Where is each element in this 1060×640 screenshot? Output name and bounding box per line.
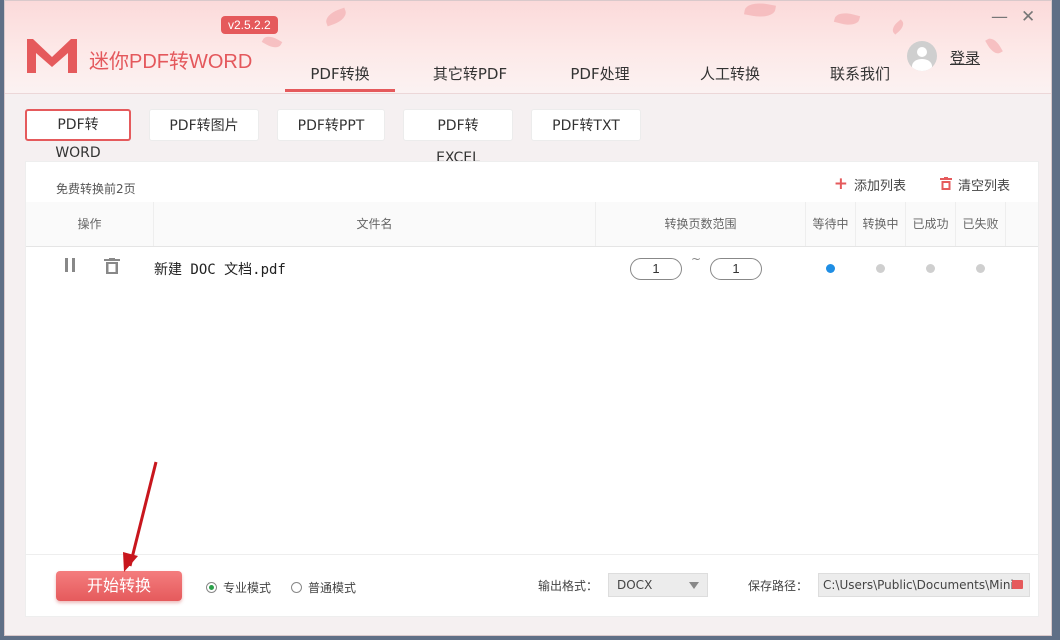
subtab-pdf-to-image[interactable]: PDF转图片: [149, 109, 259, 141]
output-format-value: DOCX: [617, 578, 652, 592]
plus-icon: +: [834, 174, 848, 194]
table-row: 新建 DOC 文档.pdf 1 ~ 1: [26, 248, 1038, 288]
col-ops: 操作: [26, 202, 154, 246]
add-list-button[interactable]: + 添加列表: [834, 174, 906, 194]
pause-icon[interactable]: [64, 258, 76, 276]
col-converting: 转换中: [856, 202, 906, 246]
status-converting-dot: [876, 264, 885, 273]
login-link[interactable]: 登录: [950, 47, 980, 68]
start-convert-button[interactable]: 开始转换: [56, 571, 182, 601]
col-failed: 已失败: [956, 202, 1006, 246]
save-path-field[interactable]: C:\Users\Public\Documents\Mini: [818, 573, 1030, 597]
save-path-value: C:\Users\Public\Documents\Mini: [823, 578, 1014, 592]
status-waiting-dot: [826, 264, 835, 273]
nav-other-to-pdf[interactable]: 其它转PDF: [405, 61, 535, 93]
col-waiting: 等待中: [806, 202, 856, 246]
col-success: 已成功: [906, 202, 956, 246]
subtab-pdf-to-ppt[interactable]: PDF转PPT: [277, 109, 385, 141]
main-nav: PDF转换 其它转PDF PDF处理 人工转换 联系我们: [275, 61, 925, 93]
file-name: 新建 DOC 文档.pdf: [154, 259, 286, 279]
nav-pdf-convert[interactable]: PDF转换: [275, 61, 405, 93]
col-filename: 文件名: [154, 202, 596, 246]
mode-normal-radio[interactable]: 普通模式: [291, 579, 356, 596]
output-format-select[interactable]: DOCX: [608, 573, 708, 597]
avatar-icon[interactable]: [907, 41, 937, 71]
status-failed-dot: [976, 264, 985, 273]
app-window: 迷你PDF转WORD v2.5.2.2 PDF转换 其它转PDF PDF处理 人…: [4, 0, 1052, 636]
list-actions: + 添加列表 清空列表: [834, 174, 1010, 194]
col-page-range: 转换页数范围: [596, 202, 806, 246]
page-from-input[interactable]: 1: [630, 258, 682, 280]
nav-pdf-process[interactable]: PDF处理: [535, 61, 665, 93]
file-list-panel: 免费转换前2页 + 添加列表 清空列表 操作 文件名 转换页数范围 等待中 转换…: [25, 161, 1039, 617]
subtab-pdf-to-word[interactable]: PDF转WORD: [25, 109, 131, 141]
mode-normal-label: 普通模式: [308, 579, 356, 596]
mode-pro-radio[interactable]: 专业模式: [206, 579, 271, 596]
output-format-label: 输出格式：: [538, 577, 598, 594]
save-path-label: 保存路径：: [748, 577, 808, 594]
clear-list-button[interactable]: 清空列表: [940, 174, 1010, 194]
status-success-dot: [926, 264, 935, 273]
clear-list-label: 清空列表: [958, 175, 1010, 194]
page-to-input[interactable]: 1: [710, 258, 762, 280]
subtab-pdf-to-txt[interactable]: PDF转TXT: [531, 109, 641, 141]
free-note: 免费转换前2页: [56, 180, 136, 197]
header: 迷你PDF转WORD v2.5.2.2 PDF转换 其它转PDF PDF处理 人…: [5, 1, 1051, 94]
nav-manual-convert[interactable]: 人工转换: [665, 61, 795, 93]
radio-unselected-icon: [291, 582, 302, 593]
folder-icon[interactable]: [1012, 580, 1023, 589]
radio-selected-icon: [206, 582, 217, 593]
version-badge: v2.5.2.2: [221, 16, 278, 34]
mode-pro-label: 专业模式: [223, 579, 271, 596]
delete-row-icon[interactable]: [104, 258, 120, 278]
add-list-label: 添加列表: [854, 175, 906, 194]
chevron-down-icon: [689, 582, 699, 589]
trash-icon: [940, 177, 952, 191]
app-title: 迷你PDF转WORD: [89, 45, 252, 74]
close-icon[interactable]: ✕: [1021, 7, 1035, 27]
footer-bar: 开始转换 专业模式 普通模式 输出格式： DOCX 保存路径： C:\Users…: [26, 554, 1038, 617]
subtab-bar: PDF转WORD PDF转图片 PDF转PPT PDF转EXCEL PDF转TX…: [25, 109, 641, 141]
page-range-separator: ~: [691, 252, 701, 266]
subtab-pdf-to-excel[interactable]: PDF转EXCEL: [403, 109, 513, 141]
nav-contact-us[interactable]: 联系我们: [795, 61, 925, 93]
minimize-icon[interactable]: —: [991, 7, 1008, 27]
table-header: 操作 文件名 转换页数范围 等待中 转换中 已成功 已失败: [26, 202, 1038, 247]
app-logo-icon: [25, 35, 79, 75]
